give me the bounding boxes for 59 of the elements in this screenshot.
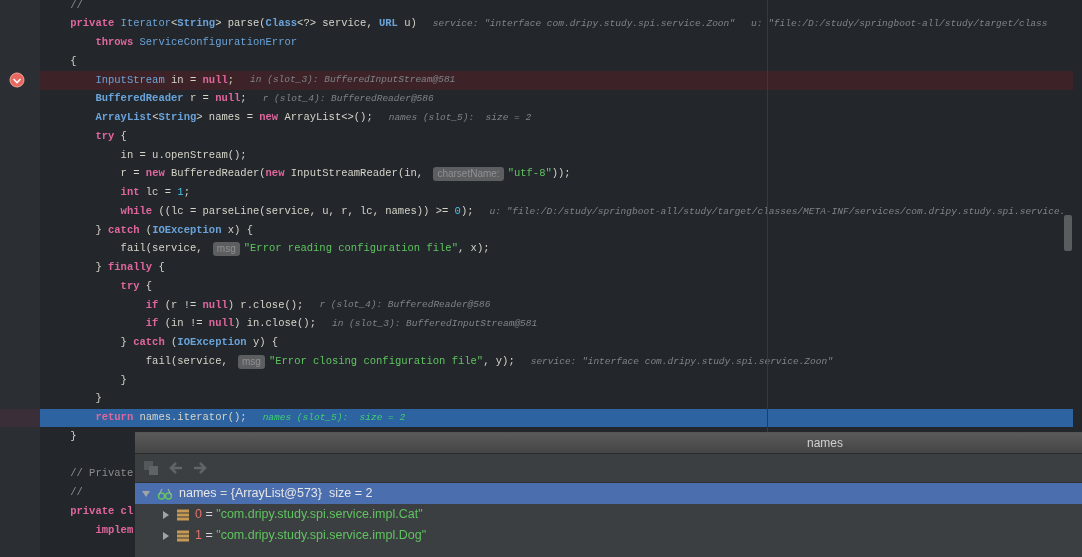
code-text: } catch (IOException y) { xyxy=(119,335,279,350)
expand-triangle-icon[interactable] xyxy=(161,509,171,520)
code-text: { xyxy=(69,53,77,69)
debug-value-hint: r (slot_4): BufferedReader@586 xyxy=(319,298,491,313)
code-text: try { xyxy=(94,128,127,144)
debug-value-hint: u: "file:/D:/study/springboot-all/study/target/class xyxy=(751,17,1048,31)
code-text: if (in != null) in.close(); xyxy=(144,316,316,332)
code-text: private cl xyxy=(69,503,134,519)
code-text: "utf-8")); xyxy=(507,166,571,182)
expand-triangle-icon[interactable] xyxy=(161,530,171,541)
code-text: } catch (IOException x) { xyxy=(94,222,253,238)
debug-value-hint: names (slot_5): size = 2 xyxy=(388,110,532,125)
breakpoint-icon[interactable] xyxy=(9,72,25,89)
collapse-triangle-icon[interactable] xyxy=(141,488,151,499)
code-text: fail(service, xyxy=(144,353,229,369)
code-text: } xyxy=(69,428,77,444)
code-text: // Private xyxy=(69,466,134,482)
code-text: while ((lc = parseLine(service, u, r, lc, names)) >= 0); xyxy=(119,203,474,219)
variable-tree-row[interactable]: names = {ArrayList@573} size = 2 xyxy=(135,483,1082,504)
forward-arrow-icon[interactable] xyxy=(193,461,207,475)
debug-value-hint: in (slot_3): BufferedInputStream@581 xyxy=(332,317,538,331)
debug-value-hint: u: "file:/D:/study/springboot-all/study/target/classes/META-INF/services/com.dripy.study.spi.service. xyxy=(489,204,1066,219)
debug-value-hint: service: "interface com.dripy.study.spi.service.Zoon" xyxy=(530,354,833,369)
code-text: } xyxy=(119,372,127,388)
code-text: "Error reading configuration file", x); xyxy=(243,241,490,257)
code-text: implem xyxy=(94,522,134,538)
code-text: if (r != null) r.close(); xyxy=(144,297,304,313)
debug-value-hint: service: "interface com.dripy.study.spi.service.Zoon" xyxy=(432,17,735,31)
code-text: return names.iterator(); xyxy=(94,410,247,425)
code-text: fail(service, xyxy=(119,241,204,257)
code-text: // xyxy=(69,0,83,13)
variable-label: 1 = "com.dripy.study.spi.service.impl.Dog" xyxy=(195,527,427,545)
code-text: private Iterator<String> parse(Class<?> service, URL u) xyxy=(69,16,417,32)
watch-glasses-icon xyxy=(157,487,173,500)
scrollbar-thumb[interactable] xyxy=(1064,215,1072,251)
debug-value-hint: in (slot_3): BufferedInputStream@581 xyxy=(250,73,456,88)
debug-value-hint: names (slot_5): size = 2 xyxy=(262,410,406,425)
list-item-icon xyxy=(177,529,189,542)
grid-layout-icon[interactable] xyxy=(143,460,159,476)
debug-value-hint: r (slot_4): BufferedReader@586 xyxy=(262,92,434,106)
list-item-icon xyxy=(177,508,189,521)
code-text: int lc = 1; xyxy=(119,185,190,200)
code-text: InputStream in = null; xyxy=(94,72,235,88)
code-text: BufferedReader r = null; xyxy=(94,91,247,107)
code-text: // xyxy=(69,485,83,500)
code-text: try { xyxy=(119,278,153,294)
variable-tree-row[interactable]: 1 = "com.dripy.study.spi.service.impl.Dog" xyxy=(135,525,1082,546)
code-text: } xyxy=(94,391,102,407)
code-text: throws ServiceConfigurationError xyxy=(94,35,298,50)
code-text: ArrayList<String> names = new ArrayList<>(); xyxy=(94,110,373,125)
code-text: in = u.openStream(); xyxy=(119,147,247,163)
code-text: "Error closing configuration file", y); xyxy=(268,353,515,369)
variable-label: names = {ArrayList@573} size = 2 xyxy=(179,485,373,503)
popup-title: names xyxy=(807,435,844,452)
variable-tree-row[interactable]: 0 = "com.dripy.study.spi.service.impl.Cat" xyxy=(135,504,1082,525)
back-arrow-icon[interactable] xyxy=(169,461,183,475)
code-text: r = new BufferedReader(new InputStreamReader(in, xyxy=(119,166,425,182)
variable-label: 0 = "com.dripy.study.spi.service.impl.Cat" xyxy=(195,506,423,524)
code-text: } finally { xyxy=(94,260,165,275)
